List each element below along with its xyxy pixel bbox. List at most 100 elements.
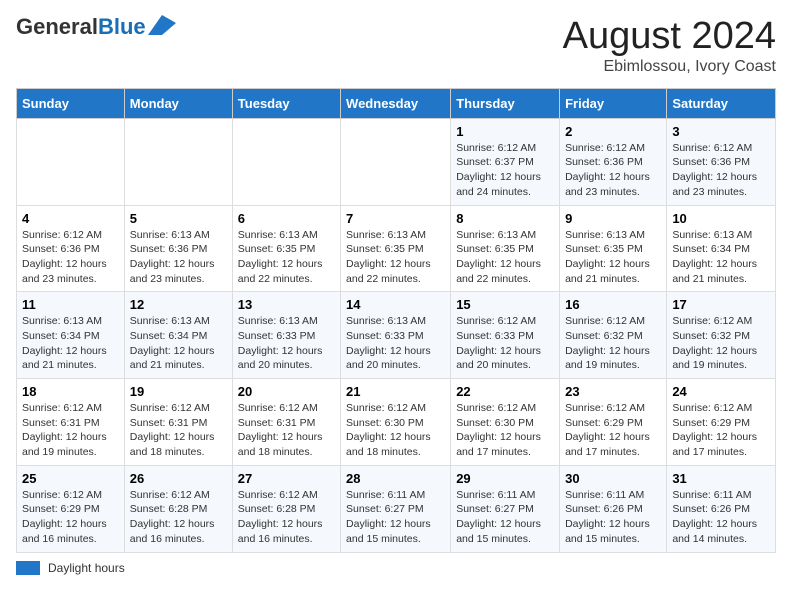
logo-icon bbox=[148, 15, 176, 35]
day-number: 6 bbox=[238, 211, 335, 226]
day-number: 4 bbox=[22, 211, 119, 226]
day-number: 5 bbox=[130, 211, 227, 226]
day-number: 24 bbox=[672, 384, 770, 399]
day-number: 29 bbox=[456, 471, 554, 486]
day-number: 3 bbox=[672, 124, 770, 139]
day-number: 31 bbox=[672, 471, 770, 486]
day-detail: Sunrise: 6:13 AMSunset: 6:36 PMDaylight:… bbox=[130, 228, 227, 287]
calendar-body: 1Sunrise: 6:12 AMSunset: 6:37 PMDaylight… bbox=[17, 118, 776, 552]
calendar-cell: 25Sunrise: 6:12 AMSunset: 6:29 PMDayligh… bbox=[17, 465, 125, 552]
day-number: 12 bbox=[130, 297, 227, 312]
logo: GeneralBlue bbox=[16, 16, 176, 38]
day-detail: Sunrise: 6:12 AMSunset: 6:31 PMDaylight:… bbox=[130, 401, 227, 460]
day-detail: Sunrise: 6:12 AMSunset: 6:28 PMDaylight:… bbox=[238, 488, 335, 547]
day-detail: Sunrise: 6:13 AMSunset: 6:35 PMDaylight:… bbox=[456, 228, 554, 287]
day-detail: Sunrise: 6:12 AMSunset: 6:31 PMDaylight:… bbox=[22, 401, 119, 460]
calendar-cell bbox=[341, 118, 451, 205]
weekday-header-tuesday: Tuesday bbox=[232, 88, 340, 118]
day-detail: Sunrise: 6:12 AMSunset: 6:32 PMDaylight:… bbox=[672, 314, 770, 373]
calendar-cell: 5 Sunrise: 6:13 AMSunset: 6:36 PMDaylight… bbox=[124, 205, 232, 292]
weekday-header-wednesday: Wednesday bbox=[341, 88, 451, 118]
calendar-cell: 12Sunrise: 6:13 AMSunset: 6:34 PMDayligh… bbox=[124, 292, 232, 379]
day-number: 19 bbox=[130, 384, 227, 399]
weekday-header-thursday: Thursday bbox=[451, 88, 560, 118]
day-detail: Sunrise: 6:12 AMSunset: 6:36 PMDaylight:… bbox=[672, 141, 770, 200]
day-detail: Sunrise: 6:12 AMSunset: 6:30 PMDaylight:… bbox=[346, 401, 445, 460]
calendar-cell: 20 Sunrise: 6:12 AMSunset: 6:31 PMDayligh… bbox=[232, 379, 340, 466]
day-number: 17 bbox=[672, 297, 770, 312]
day-number: 15 bbox=[456, 297, 554, 312]
calendar-cell bbox=[232, 118, 340, 205]
page-header: GeneralBlue August 2024 Ebimlossou, Ivor… bbox=[16, 16, 776, 76]
calendar-cell: 7Sunrise: 6:13 AMSunset: 6:35 PMDaylight… bbox=[341, 205, 451, 292]
day-number: 13 bbox=[238, 297, 335, 312]
day-number: 30 bbox=[565, 471, 661, 486]
day-number: 22 bbox=[456, 384, 554, 399]
daylight-swatch bbox=[16, 561, 40, 575]
calendar-cell: 14Sunrise: 6:13 AMSunset: 6:33 PMDayligh… bbox=[341, 292, 451, 379]
calendar-cell: 21 Sunrise: 6:12 AMSunset: 6:30 PMDayligh… bbox=[341, 379, 451, 466]
calendar-cell bbox=[17, 118, 125, 205]
legend-area: Daylight hours bbox=[16, 561, 776, 575]
calendar-cell: 13Sunrise: 6:13 AMSunset: 6:33 PMDayligh… bbox=[232, 292, 340, 379]
day-detail: Sunrise: 6:13 AMSunset: 6:34 PMDaylight:… bbox=[22, 314, 119, 373]
day-number: 27 bbox=[238, 471, 335, 486]
calendar-cell: 3 Sunrise: 6:12 AMSunset: 6:36 PMDaylight… bbox=[667, 118, 776, 205]
day-detail: Sunrise: 6:11 AMSunset: 6:27 PMDaylight:… bbox=[346, 488, 445, 547]
day-number: 21 bbox=[346, 384, 445, 399]
day-number: 2 bbox=[565, 124, 661, 139]
calendar-week-5: 25Sunrise: 6:12 AMSunset: 6:29 PMDayligh… bbox=[17, 465, 776, 552]
day-detail: Sunrise: 6:12 AMSunset: 6:29 PMDaylight:… bbox=[565, 401, 661, 460]
day-detail: Sunrise: 6:12 AMSunset: 6:36 PMDaylight:… bbox=[565, 141, 661, 200]
day-detail: Sunrise: 6:11 AMSunset: 6:26 PMDaylight:… bbox=[672, 488, 770, 547]
main-title: August 2024 bbox=[563, 16, 776, 58]
weekday-header-saturday: Saturday bbox=[667, 88, 776, 118]
weekday-header-sunday: Sunday bbox=[17, 88, 125, 118]
calendar-table: SundayMondayTuesdayWednesdayThursdayFrid… bbox=[16, 88, 776, 553]
day-detail: Sunrise: 6:12 AMSunset: 6:33 PMDaylight:… bbox=[456, 314, 554, 373]
day-detail: Sunrise: 6:12 AMSunset: 6:30 PMDaylight:… bbox=[456, 401, 554, 460]
day-number: 20 bbox=[238, 384, 335, 399]
calendar-cell: 24 Sunrise: 6:12 AMSunset: 6:29 PMDayligh… bbox=[667, 379, 776, 466]
day-detail: Sunrise: 6:13 AMSunset: 6:35 PMDaylight:… bbox=[346, 228, 445, 287]
weekday-header-monday: Monday bbox=[124, 88, 232, 118]
day-number: 8 bbox=[456, 211, 554, 226]
day-detail: Sunrise: 6:12 AMSunset: 6:29 PMDaylight:… bbox=[672, 401, 770, 460]
day-detail: Sunrise: 6:12 AMSunset: 6:32 PMDaylight:… bbox=[565, 314, 661, 373]
calendar-cell: 30 Sunrise: 6:11 AMSunset: 6:26 PMDayligh… bbox=[560, 465, 667, 552]
calendar-week-4: 18 Sunrise: 6:12 AMSunset: 6:31 PMDayligh… bbox=[17, 379, 776, 466]
calendar-cell: 19 Sunrise: 6:12 AMSunset: 6:31 PMDayligh… bbox=[124, 379, 232, 466]
calendar-cell: 31 Sunrise: 6:11 AMSunset: 6:26 PMDayligh… bbox=[667, 465, 776, 552]
day-detail: Sunrise: 6:11 AMSunset: 6:27 PMDaylight:… bbox=[456, 488, 554, 547]
calendar-cell: 29 Sunrise: 6:11 AMSunset: 6:27 PMDayligh… bbox=[451, 465, 560, 552]
day-detail: Sunrise: 6:11 AMSunset: 6:26 PMDaylight:… bbox=[565, 488, 661, 547]
day-number: 23 bbox=[565, 384, 661, 399]
calendar-cell: 23 Sunrise: 6:12 AMSunset: 6:29 PMDayligh… bbox=[560, 379, 667, 466]
calendar-cell: 6Sunrise: 6:13 AMSunset: 6:35 PMDaylight… bbox=[232, 205, 340, 292]
day-number: 28 bbox=[346, 471, 445, 486]
logo-text: GeneralBlue bbox=[16, 16, 146, 38]
day-detail: Sunrise: 6:12 AMSunset: 6:36 PMDaylight:… bbox=[22, 228, 119, 287]
daylight-label: Daylight hours bbox=[48, 561, 125, 575]
calendar-cell: 27 Sunrise: 6:12 AMSunset: 6:28 PMDayligh… bbox=[232, 465, 340, 552]
day-number: 16 bbox=[565, 297, 661, 312]
calendar-cell: 18 Sunrise: 6:12 AMSunset: 6:31 PMDayligh… bbox=[17, 379, 125, 466]
calendar-cell: 2 Sunrise: 6:12 AMSunset: 6:36 PMDaylight… bbox=[560, 118, 667, 205]
day-number: 14 bbox=[346, 297, 445, 312]
calendar-cell: 9 Sunrise: 6:13 AMSunset: 6:35 PMDaylight… bbox=[560, 205, 667, 292]
day-detail: Sunrise: 6:12 AMSunset: 6:31 PMDaylight:… bbox=[238, 401, 335, 460]
calendar-week-3: 11Sunrise: 6:13 AMSunset: 6:34 PMDayligh… bbox=[17, 292, 776, 379]
calendar-cell: 17 Sunrise: 6:12 AMSunset: 6:32 PMDayligh… bbox=[667, 292, 776, 379]
day-number: 10 bbox=[672, 211, 770, 226]
day-number: 18 bbox=[22, 384, 119, 399]
day-number: 26 bbox=[130, 471, 227, 486]
calendar-cell: 15 Sunrise: 6:12 AMSunset: 6:33 PMDayligh… bbox=[451, 292, 560, 379]
calendar-cell: 22 Sunrise: 6:12 AMSunset: 6:30 PMDayligh… bbox=[451, 379, 560, 466]
calendar-cell: 1Sunrise: 6:12 AMSunset: 6:37 PMDaylight… bbox=[451, 118, 560, 205]
day-detail: Sunrise: 6:13 AMSunset: 6:35 PMDaylight:… bbox=[565, 228, 661, 287]
calendar-cell: 11Sunrise: 6:13 AMSunset: 6:34 PMDayligh… bbox=[17, 292, 125, 379]
calendar-cell: 28 Sunrise: 6:11 AMSunset: 6:27 PMDayligh… bbox=[341, 465, 451, 552]
weekday-header-row: SundayMondayTuesdayWednesdayThursdayFrid… bbox=[17, 88, 776, 118]
calendar-header: SundayMondayTuesdayWednesdayThursdayFrid… bbox=[17, 88, 776, 118]
day-number: 9 bbox=[565, 211, 661, 226]
